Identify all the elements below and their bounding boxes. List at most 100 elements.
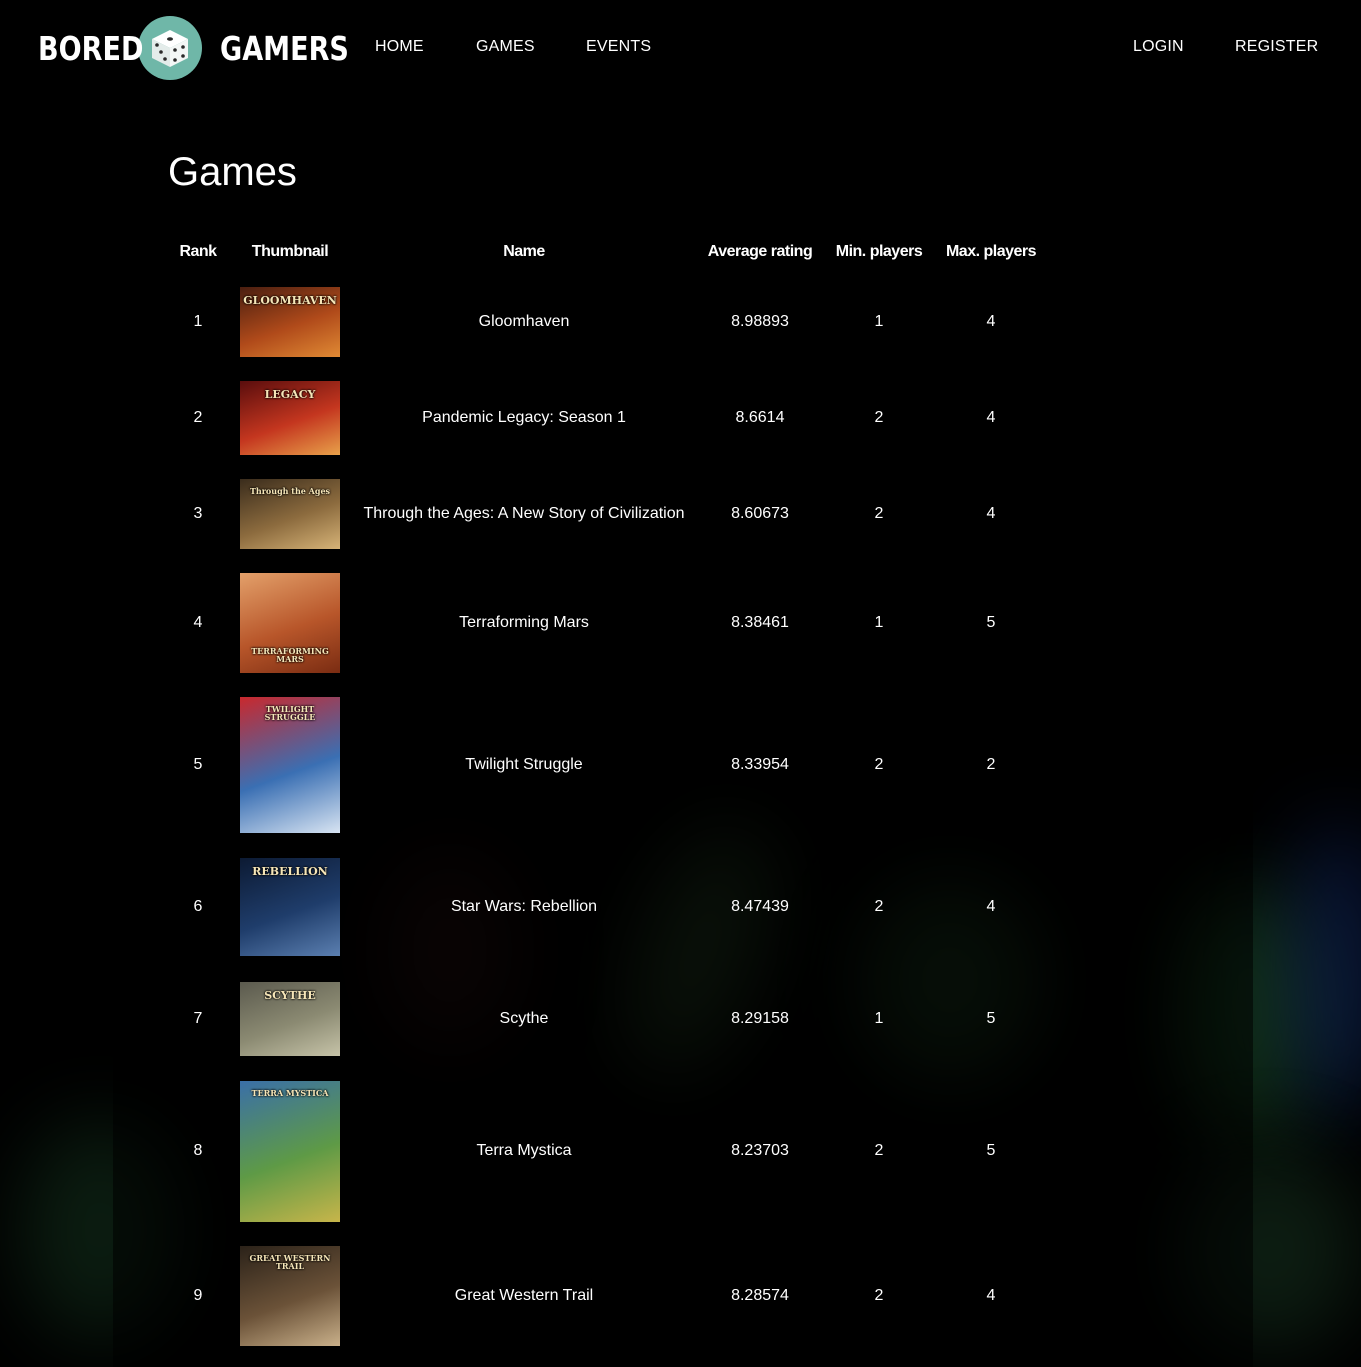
game-thumbnail-image[interactable]: GLOOMHAVEN	[240, 287, 340, 357]
cell-average-rating: 8.28574	[731, 1287, 789, 1304]
cell-average-rating: 8.60673	[731, 505, 789, 522]
cell-name: Pandemic Legacy: Season 1	[422, 409, 626, 426]
cell-thumbnail: TERRAFORMING MARS	[228, 562, 352, 684]
column-header-thumbnail: Thumbnail	[251, 243, 329, 260]
game-thumbnail-image[interactable]: LEGACY	[240, 381, 340, 455]
cell-max-players: 2	[986, 756, 996, 773]
cell-min-players: 2	[874, 898, 884, 915]
cell-max-players: 4	[986, 409, 996, 426]
table-row[interactable]: 6 REBELLION Star Wars: Rebellion 8.47439 2 4	[168, 846, 1048, 968]
page-title: Games	[168, 150, 297, 194]
table-row[interactable]: 9 GREAT WESTERN TRAIL Great Western Trail 8…	[168, 1232, 1048, 1360]
column-header-rank[interactable]: Rank	[168, 230, 228, 274]
cell-thumbnail: Through the Ages	[228, 466, 352, 562]
cell-rank: 7	[193, 1010, 203, 1027]
brand-word-left: BORED	[38, 28, 144, 68]
cell-max-players: 4	[986, 1287, 996, 1304]
nav-home[interactable]: HOME	[375, 38, 424, 56]
table-row[interactable]: 3 Through the Ages Through the Ages: A New…	[168, 466, 1048, 562]
column-header-average-rating[interactable]: Average rating	[696, 230, 824, 274]
cell-rank: 8	[193, 1142, 203, 1159]
nav-register[interactable]: REGISTER	[1235, 38, 1318, 56]
game-thumbnail-image[interactable]: TERRAFORMING MARS	[240, 573, 340, 673]
table-row[interactable]: 5 TWILIGHT STRUGGLE Twilight Struggle 8.339…	[168, 684, 1048, 846]
game-thumbnail-image[interactable]: SCYTHE	[240, 982, 340, 1056]
thumbnail-title-art: Through the Ages	[249, 486, 331, 496]
cell-min-players: 1	[874, 313, 884, 330]
cell-thumbnail: GREAT WESTERN TRAIL	[228, 1232, 352, 1360]
thumbnail-title-art: GREAT WESTERN TRAIL	[249, 1253, 331, 1271]
cell-rank: 4	[193, 614, 203, 631]
game-thumbnail-image[interactable]: TERRA MYSTICA	[240, 1080, 340, 1222]
games-table: Rank Thumbnail Name Average rating Min. …	[168, 230, 1048, 1360]
cell-min-players: 2	[874, 1142, 884, 1159]
cell-name: Terra Mystica	[476, 1142, 572, 1159]
cell-average-rating: 8.6614	[735, 409, 785, 426]
cell-rank: 3	[193, 505, 203, 522]
thumbnail-title-art: TERRA MYSTICA	[251, 1087, 329, 1098]
cell-max-players: 4	[986, 313, 996, 330]
cell-rank: 9	[193, 1287, 203, 1304]
cell-max-players: 5	[986, 614, 996, 631]
game-thumbnail-image[interactable]: TWILIGHT STRUGGLE	[240, 697, 340, 833]
cell-average-rating: 8.29158	[731, 1010, 789, 1027]
cell-name: Twilight Struggle	[465, 756, 583, 773]
nav-games[interactable]: GAMES	[476, 38, 535, 56]
cell-max-players: 4	[986, 898, 996, 915]
cell-thumbnail: SCYTHE	[228, 968, 352, 1070]
cell-min-players: 2	[874, 1287, 884, 1304]
cell-max-players: 5	[986, 1142, 996, 1159]
thumbnail-title-art: SCYTHE	[264, 989, 316, 1002]
thumbnail-title-art: REBELLION	[252, 865, 328, 878]
cell-max-players: 4	[986, 505, 996, 522]
brand-logo[interactable]: BORED GAMERS	[38, 16, 377, 80]
thumbnail-title-art: LEGACY	[264, 388, 316, 401]
game-thumbnail-image[interactable]: Through the Ages	[240, 479, 340, 549]
table-row[interactable]: 2 LEGACY Pandemic Legacy: Season 1 8.6614 2 4	[168, 370, 1048, 466]
cell-min-players: 1	[874, 1010, 884, 1027]
thumbnail-title-art: GLOOMHAVEN	[243, 294, 337, 307]
column-header-min-players[interactable]: Min. players	[824, 230, 934, 274]
cell-thumbnail: TERRA MYSTICA	[228, 1070, 352, 1232]
cell-rank: 1	[193, 313, 203, 330]
cell-min-players: 2	[874, 409, 884, 426]
cell-average-rating: 8.47439	[731, 898, 789, 915]
nav-login[interactable]: LOGIN	[1133, 38, 1184, 56]
page: BORED GAMERS HOME GAMES EVENTS LOGIN REG…	[0, 0, 1361, 1367]
table-row[interactable]: 7 SCYTHE Scythe 8.29158 1 5	[168, 968, 1048, 1070]
table-row[interactable]: 8 TERRA MYSTICA Terra Mystica 8.23703 2 5	[168, 1070, 1048, 1232]
cell-thumbnail: REBELLION	[228, 846, 352, 968]
cell-rank: 2	[193, 409, 203, 426]
cell-thumbnail: GLOOMHAVEN	[228, 274, 352, 370]
thumbnail-title-art: TERRAFORMING MARS	[251, 646, 329, 664]
table-header-row: Rank Thumbnail Name Average rating Min. …	[168, 230, 1048, 274]
thumbnail-title-art: TWILIGHT STRUGGLE	[264, 704, 316, 722]
column-header-max-players[interactable]: Max. players	[934, 230, 1048, 274]
cell-thumbnail: TWILIGHT STRUGGLE	[228, 684, 352, 846]
cell-rank: 5	[193, 756, 203, 773]
cell-max-players: 5	[986, 1010, 996, 1027]
column-header-name[interactable]: Name	[352, 230, 696, 274]
nav-events[interactable]: EVENTS	[586, 38, 651, 56]
cell-thumbnail: LEGACY	[228, 370, 352, 466]
table-row[interactable]: 4 TERRAFORMING MARS Terraforming Mars 8.384…	[168, 562, 1048, 684]
dice-icon	[138, 16, 202, 80]
cell-name: Star Wars: Rebellion	[450, 898, 598, 915]
cell-name: Great Western Trail	[454, 1287, 594, 1304]
cell-name: Gloomhaven	[478, 313, 570, 330]
cell-rank: 6	[193, 898, 203, 915]
top-navbar: BORED GAMERS HOME GAMES EVENTS LOGIN REG…	[0, 0, 1361, 95]
cell-average-rating: 8.23703	[731, 1142, 789, 1159]
cell-min-players: 1	[874, 614, 884, 631]
cell-min-players: 2	[874, 756, 884, 773]
brand-word-right: GAMERS	[220, 28, 349, 68]
game-thumbnail-image[interactable]: REBELLION	[240, 858, 340, 956]
game-thumbnail-image[interactable]: GREAT WESTERN TRAIL	[240, 1246, 340, 1346]
cell-min-players: 2	[874, 505, 884, 522]
table-row[interactable]: 1 GLOOMHAVEN Gloomhaven 8.98893 1 4	[168, 274, 1048, 370]
cell-average-rating: 8.33954	[731, 756, 789, 773]
cell-name: Through the Ages: A New Story of Civiliz…	[363, 505, 685, 522]
cell-name: Terraforming Mars	[459, 614, 589, 631]
cell-average-rating: 8.38461	[731, 614, 789, 631]
cell-average-rating: 8.98893	[731, 313, 789, 330]
